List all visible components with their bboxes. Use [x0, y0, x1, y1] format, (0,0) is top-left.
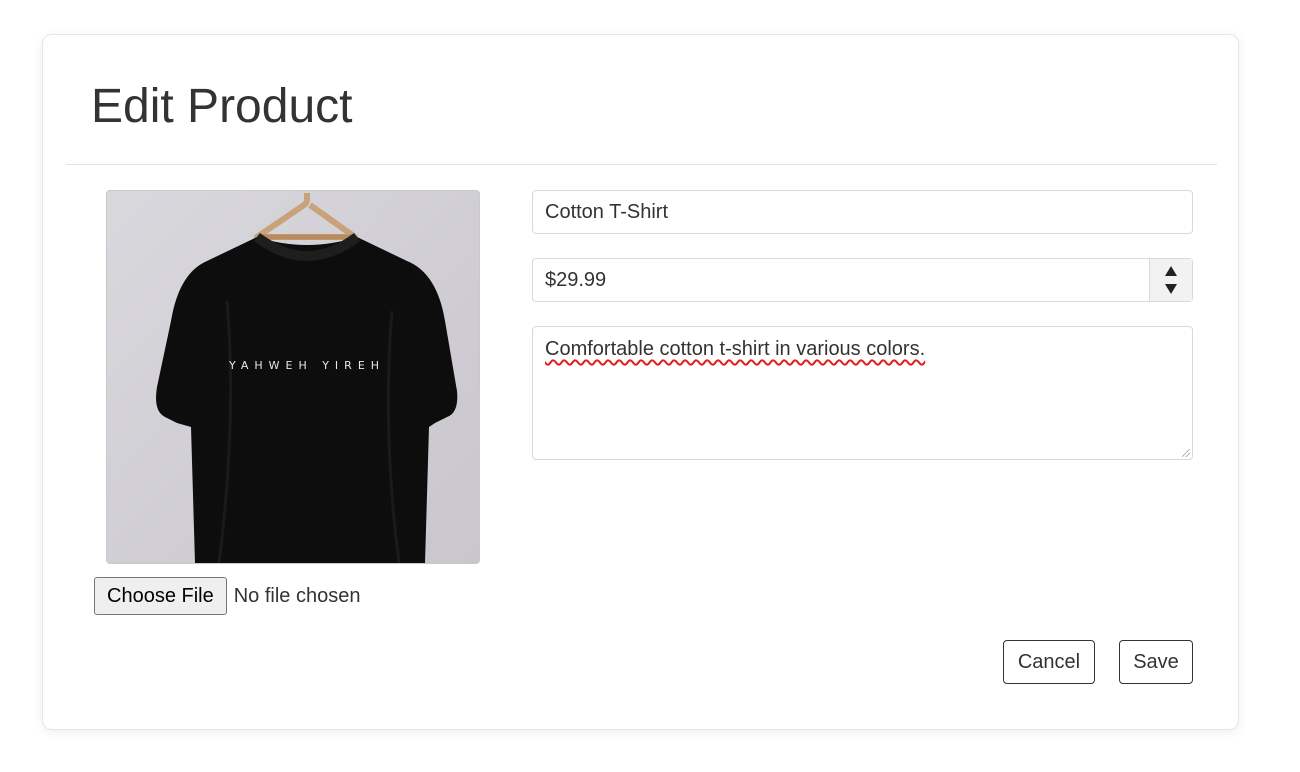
save-button[interactable]: Save	[1119, 640, 1193, 684]
price-stepper[interactable]	[1149, 259, 1192, 301]
resize-handle-icon[interactable]	[1182, 449, 1190, 457]
header-divider	[66, 164, 1217, 165]
product-name-input[interactable]: Cotton T-Shirt	[532, 190, 1193, 234]
product-price-value: $29.99	[545, 269, 607, 291]
decrement-arrow-icon[interactable]	[1165, 284, 1177, 294]
product-image: YAHWEH YIREH	[106, 190, 480, 564]
file-input[interactable]: Choose File No file chosen	[94, 577, 360, 615]
tshirt-image: YAHWEH YIREH	[156, 193, 458, 563]
edit-product-card: Edit Product YAHWEH YIREH Choose File No…	[42, 34, 1239, 730]
product-description-value: Comfortable cotton t-shirt in various co…	[545, 338, 926, 360]
product-name-value: Cotton T-Shirt	[545, 201, 669, 223]
choose-file-button[interactable]: Choose File	[94, 577, 227, 615]
cancel-button[interactable]: Cancel	[1003, 640, 1095, 684]
shirt-print-text: YAHWEH YIREH	[228, 359, 385, 372]
increment-arrow-icon[interactable]	[1165, 266, 1177, 276]
page-title: Edit Product	[91, 80, 353, 133]
product-description-textarea[interactable]: Comfortable cotton t-shirt in various co…	[532, 326, 1193, 460]
file-status-text: No file chosen	[233, 584, 361, 607]
product-price-input[interactable]: $29.99	[532, 258, 1193, 302]
